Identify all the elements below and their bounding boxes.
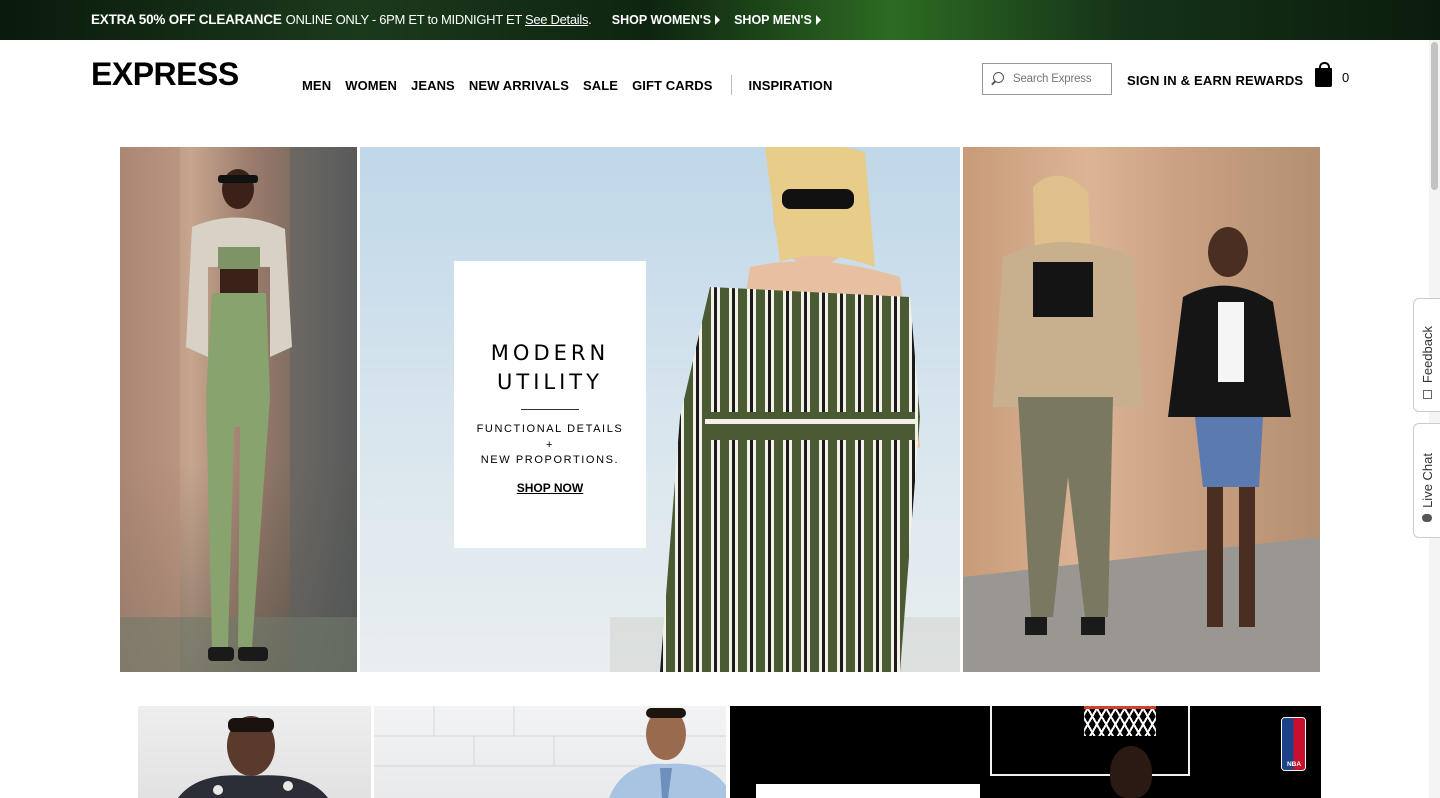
nba-collection-tile[interactable]: NBA bbox=[730, 706, 1321, 798]
search-icon[interactable] bbox=[991, 71, 1007, 87]
man-print-shirt-image bbox=[178, 716, 328, 798]
search-input[interactable] bbox=[1013, 73, 1108, 85]
site-header: EXPRESS MEN WOMEN JEANS NEW ARRIVALS SAL… bbox=[0, 40, 1440, 120]
scrollbar-thumb[interactable] bbox=[1431, 42, 1438, 190]
shop-now-link[interactable]: SHOP NOW bbox=[517, 481, 583, 495]
promo-banner: EXTRA 50% OFF CLEARANCE ONLINE ONLY - 6P… bbox=[0, 0, 1440, 40]
shop-womens-label: SHOP WOMEN'S bbox=[611, 12, 712, 27]
hero-image-center[interactable] bbox=[360, 147, 960, 672]
subtitle-line-3: NEW PROPORTIONS. bbox=[480, 454, 620, 466]
see-details-link[interactable]: See Details bbox=[525, 12, 588, 27]
hero-promo-card: MODERN UTILITY FUNCTIONAL DETAILS + NEW … bbox=[454, 261, 646, 548]
shop-mens-link[interactable]: SHOP MEN'S bbox=[734, 13, 821, 27]
subtitle-line-2: + bbox=[545, 438, 554, 451]
nav-item-sale[interactable]: SALE bbox=[583, 78, 618, 93]
hero-image-left[interactable] bbox=[120, 147, 357, 672]
feedback-icon bbox=[1423, 390, 1432, 399]
live-chat-tab[interactable]: Live Chat bbox=[1413, 423, 1440, 538]
nav-divider bbox=[730, 75, 732, 95]
tile-caption-card bbox=[756, 784, 980, 798]
men-shirt-tile[interactable] bbox=[138, 706, 371, 798]
promo-headline: EXTRA 50% OFF CLEARANCE bbox=[91, 12, 282, 27]
shop-mens-label: SHOP MEN'S bbox=[734, 12, 812, 27]
title-line-1: MODERN bbox=[490, 341, 610, 365]
promo-card-subtitle: FUNCTIONAL DETAILS + NEW PROPORTIONS. bbox=[477, 422, 624, 469]
sign-in-link[interactable]: SIGN IN & EARN REWARDS bbox=[1127, 73, 1303, 88]
nav-item-men[interactable]: MEN bbox=[302, 78, 331, 93]
hoop-net bbox=[1084, 706, 1156, 736]
men-dress-shirt-tile[interactable] bbox=[374, 706, 726, 798]
hero-image-right[interactable] bbox=[963, 147, 1320, 672]
nav-item-gift-cards[interactable]: GIFT CARDS bbox=[632, 78, 712, 93]
bag-count: 0 bbox=[1342, 70, 1350, 85]
player-image bbox=[1110, 746, 1152, 798]
main-nav: MEN WOMEN JEANS NEW ARRIVALS SALE GIFT C… bbox=[302, 75, 846, 95]
title-line-2: UTILITY bbox=[497, 370, 603, 394]
promo-details-text: ONLINE ONLY - 6PM ET to MIDNIGHT ET bbox=[285, 12, 523, 27]
card-divider bbox=[521, 409, 579, 410]
feedback-tab[interactable]: Feedback bbox=[1413, 298, 1440, 412]
nav-item-jeans[interactable]: JEANS bbox=[411, 78, 455, 93]
shop-womens-link[interactable]: SHOP WOMEN'S bbox=[611, 12, 721, 27]
express-logo[interactable]: EXPRESS bbox=[91, 58, 239, 90]
nav-item-women[interactable]: WOMEN bbox=[345, 78, 397, 93]
caret-right-icon bbox=[715, 14, 721, 25]
search-box[interactable] bbox=[982, 63, 1112, 95]
nba-logo-icon: NBA bbox=[1281, 717, 1306, 771]
shopping-bag-button[interactable]: 0 bbox=[1315, 62, 1350, 87]
chat-bubble-icon bbox=[1422, 514, 1432, 522]
model-striped-jumpsuit-image bbox=[610, 147, 960, 672]
caret-right-icon bbox=[815, 14, 821, 25]
subtitle-line-1: FUNCTIONAL DETAILS bbox=[476, 423, 624, 435]
shopping-bag-icon bbox=[1315, 62, 1332, 87]
promo-period: . bbox=[588, 12, 592, 27]
promo-card-title: MODERN UTILITY bbox=[491, 339, 609, 397]
man-blue-shirt-image bbox=[374, 706, 726, 798]
feedback-label: Feedback bbox=[1419, 326, 1435, 384]
nav-item-inspiration[interactable]: INSPIRATION bbox=[749, 78, 833, 93]
promo-content: EXTRA 50% OFF CLEARANCE ONLINE ONLY - 6P… bbox=[91, 12, 821, 27]
two-models-image bbox=[963, 175, 1320, 672]
live-chat-label: Live Chat bbox=[1419, 453, 1435, 508]
model-green-suit-image bbox=[120, 147, 357, 672]
nav-item-new-arrivals[interactable]: NEW ARRIVALS bbox=[469, 78, 569, 93]
